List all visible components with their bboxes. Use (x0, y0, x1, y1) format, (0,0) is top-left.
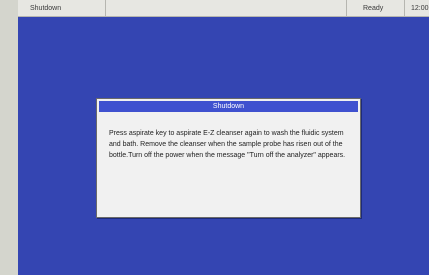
shutdown-dialog: Shutdown Press aspirate key to aspirate … (96, 98, 361, 218)
status-bar: Shutdown Ready 12:00 (18, 0, 429, 17)
status-indicator: Ready (347, 0, 405, 16)
dialog-message: Press aspirate key to aspirate E-Z clean… (109, 130, 346, 159)
clock-display: 12:00 (411, 4, 429, 12)
monitor-bezel (0, 0, 18, 275)
current-screen-label: Shutdown (18, 0, 106, 16)
dialog-title-bar: Shutdown (99, 101, 358, 112)
status-bar-spacer (106, 0, 347, 16)
analyzer-screen: Shutdown Ready 12:00 Shutdown Press aspi… (18, 0, 429, 275)
